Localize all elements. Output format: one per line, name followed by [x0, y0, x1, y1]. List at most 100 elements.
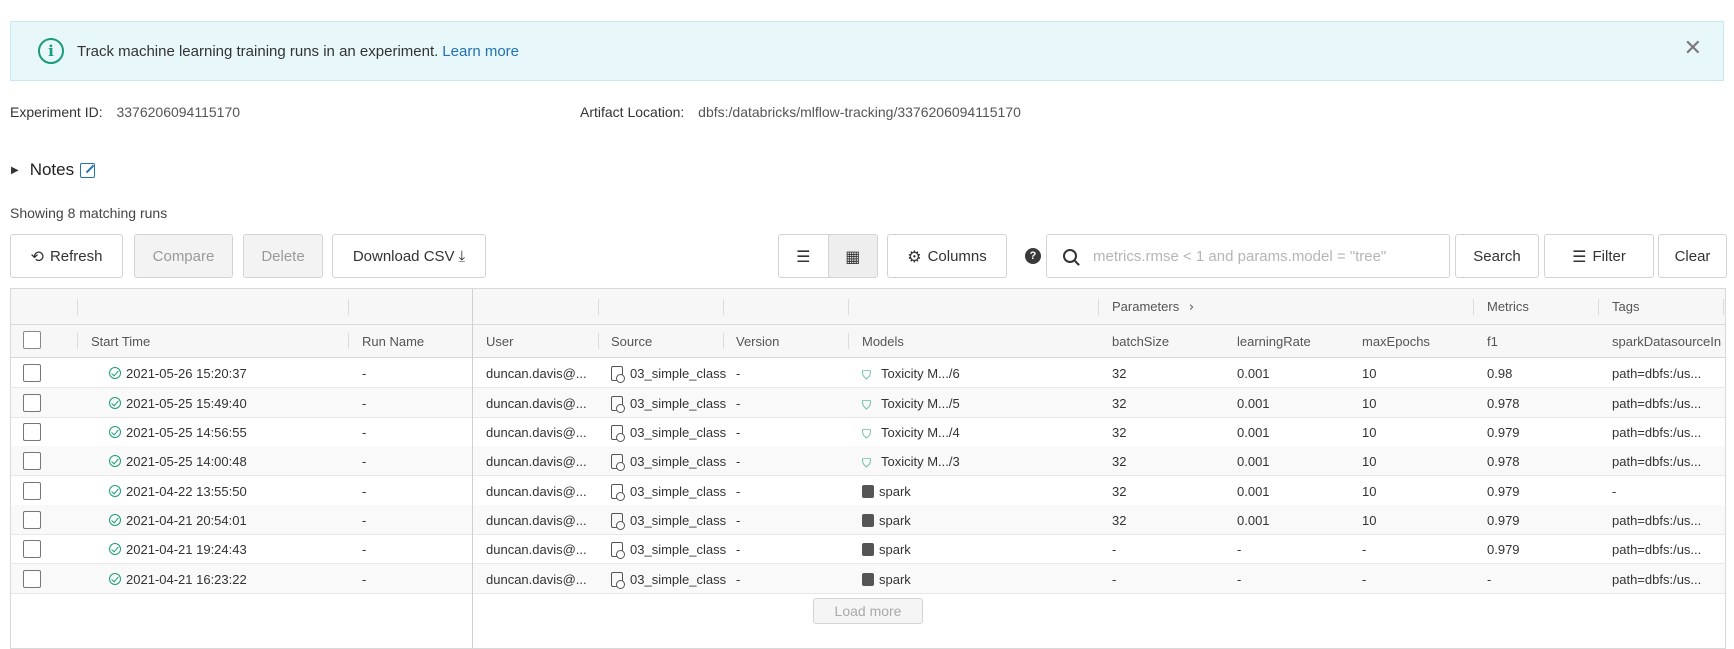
model-cell-text: spark: [879, 513, 911, 528]
download-csv-button[interactable]: Download CSV ⤓: [332, 234, 486, 278]
start-time-cell[interactable]: 2021-04-21 20:54:01: [109, 513, 247, 528]
start-time-cell[interactable]: 2021-05-25 14:56:55: [109, 425, 247, 440]
f1-cell: 0.978: [1487, 396, 1520, 411]
header-run-name[interactable]: Run Name: [362, 334, 424, 349]
tag-cell-text: path=dbfs:/us...: [1612, 513, 1702, 528]
start-time-cell[interactable]: 2021-04-21 16:23:22: [109, 572, 247, 587]
model-cell[interactable]: spark: [862, 513, 911, 528]
source-cell[interactable]: 03_simple_class: [611, 425, 726, 442]
row-checkbox[interactable]: [23, 452, 41, 470]
notebook-icon: [611, 513, 625, 530]
version-cell: -: [736, 366, 740, 381]
start-time-cell[interactable]: 2021-04-21 19:24:43: [109, 542, 247, 557]
notes-toggle[interactable]: ▶ Notes: [11, 160, 96, 180]
model-cell[interactable]: spark: [862, 484, 911, 499]
refresh-button[interactable]: ⟲ Refresh: [10, 234, 123, 278]
max-epochs-cell-text: 10: [1362, 366, 1377, 381]
grid-view-icon[interactable]: ▦: [827, 235, 877, 277]
batch-size-cell-text: 32: [1112, 396, 1127, 411]
header-max-epochs[interactable]: maxEpochs: [1362, 334, 1430, 349]
run-name-cell-text: -: [362, 542, 367, 557]
model-cell-text: Toxicity M.../5: [881, 396, 960, 411]
user-cell: duncan.davis@...: [486, 572, 587, 587]
artifact-location-value: dbfs:/databricks/mlflow-tracking/3376206…: [698, 104, 1021, 120]
batch-size-cell-text: -: [1112, 572, 1117, 587]
batch-size-cell: 32: [1112, 454, 1126, 469]
header-tag-spark-datasource[interactable]: sparkDatasourceIn: [1612, 334, 1721, 349]
search-input[interactable]: [1093, 247, 1433, 265]
compare-button[interactable]: Compare: [134, 234, 233, 278]
start-time-cell[interactable]: 2021-05-25 15:49:40: [109, 396, 247, 411]
batch-size-cell: 32: [1112, 425, 1126, 440]
parameters-group-header[interactable]: Parameters ›: [1112, 299, 1194, 315]
help-icon[interactable]: ?: [1025, 248, 1041, 264]
model-cell[interactable]: ⛉ Toxicity M.../5: [862, 396, 960, 411]
version-cell-text: -: [736, 542, 741, 557]
columns-button[interactable]: ⚙ Columns: [887, 234, 1007, 278]
user-cell-text: duncan.davis@...: [486, 425, 587, 440]
source-cell[interactable]: 03_simple_class: [611, 572, 726, 589]
list-view-icon[interactable]: ☰: [779, 235, 828, 277]
row-checkbox[interactable]: [23, 540, 41, 558]
model-cell[interactable]: ⛉ Toxicity M.../3: [862, 454, 960, 469]
model-cell[interactable]: ⛉ Toxicity M.../4: [862, 425, 960, 440]
start-time-cell[interactable]: 2021-05-25 14:00:48: [109, 454, 247, 469]
start-time-cell-text: 2021-05-25 14:00:48: [126, 454, 247, 469]
row-checkbox[interactable]: [23, 364, 41, 382]
f1-cell-text: 0.979: [1487, 425, 1520, 440]
f1-cell-text: 0.979: [1487, 513, 1520, 528]
learning-rate-cell-text: -: [1237, 572, 1242, 587]
clear-button[interactable]: Clear: [1658, 234, 1727, 278]
batch-size-cell-text: -: [1112, 542, 1117, 557]
source-cell-text: 03_simple_class: [630, 454, 727, 469]
batch-size-cell: 32: [1112, 366, 1126, 381]
source-cell[interactable]: 03_simple_class: [611, 484, 726, 501]
check-circle-icon: [109, 397, 121, 409]
info-banner: i Track machine learning training runs i…: [10, 21, 1724, 81]
source-cell[interactable]: 03_simple_class: [611, 542, 726, 559]
header-version[interactable]: Version: [736, 334, 779, 349]
experiment-id-value: 3376206094115170: [116, 104, 241, 120]
f1-cell-text: 0.979: [1487, 484, 1520, 499]
source-cell[interactable]: 03_simple_class: [611, 513, 726, 530]
row-checkbox[interactable]: [23, 423, 41, 441]
learn-more-link[interactable]: Learn more: [442, 43, 519, 60]
search-button[interactable]: Search: [1455, 234, 1539, 278]
load-more-button[interactable]: Load more: [813, 598, 923, 624]
row-checkbox[interactable]: [23, 511, 41, 529]
row-checkbox[interactable]: [23, 570, 41, 588]
row-checkbox[interactable]: [23, 394, 41, 412]
header-f1[interactable]: f1: [1487, 334, 1498, 349]
tag-cell: path=dbfs:/us...: [1612, 542, 1701, 557]
model-cell[interactable]: spark: [862, 572, 911, 587]
learning-rate-cell-text: 0.001: [1237, 484, 1270, 499]
max-epochs-cell-text: -: [1362, 542, 1367, 557]
select-all-checkbox[interactable]: [23, 331, 41, 349]
header-learning-rate[interactable]: learningRate: [1237, 334, 1311, 349]
model-cell[interactable]: ⛉ Toxicity M.../6: [862, 366, 960, 381]
table-row: 2021-04-21 20:54:01 - duncan.davis@... 03_s…: [11, 505, 1725, 535]
run-name-cell-text: -: [362, 396, 367, 411]
f1-cell: 0.979: [1487, 542, 1520, 557]
header-batch-size[interactable]: batchSize: [1112, 334, 1169, 349]
run-name-cell: -: [362, 454, 366, 469]
start-time-cell[interactable]: 2021-05-26 15:20:37: [109, 366, 247, 381]
start-time-cell[interactable]: 2021-04-22 13:55:50: [109, 484, 247, 499]
close-icon[interactable]: ✕: [1684, 38, 1702, 60]
source-cell[interactable]: 03_simple_class: [611, 366, 726, 383]
row-checkbox[interactable]: [23, 482, 41, 500]
table-row: 2021-05-26 15:20:37 - duncan.davis@... 03_s…: [11, 358, 1725, 388]
batch-size-cell-text: 32: [1112, 366, 1127, 381]
header-user[interactable]: User: [486, 334, 513, 349]
header-models[interactable]: Models: [862, 334, 904, 349]
model-cell[interactable]: spark: [862, 542, 911, 557]
tag-cell: path=dbfs:/us...: [1612, 572, 1701, 587]
source-cell[interactable]: 03_simple_class: [611, 454, 727, 471]
header-source[interactable]: Source: [611, 334, 652, 349]
batch-size-cell: -: [1112, 572, 1116, 587]
source-cell[interactable]: 03_simple_class: [611, 396, 726, 413]
header-start-time[interactable]: Start Time: [91, 334, 150, 349]
delete-button[interactable]: Delete: [243, 234, 323, 278]
edit-icon[interactable]: [80, 162, 96, 178]
filter-button[interactable]: ☰ Filter: [1544, 234, 1654, 278]
